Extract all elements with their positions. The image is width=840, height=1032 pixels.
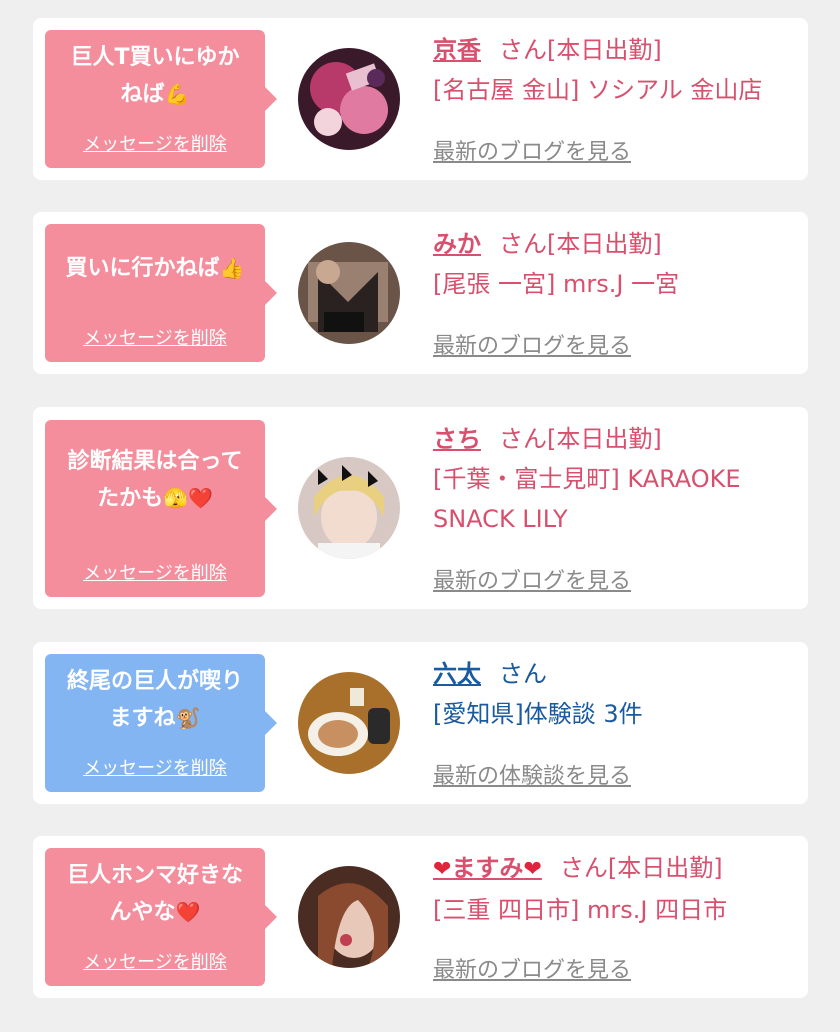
- message-card: 終尾の巨人が喫り ますね🐒 メッセージを削除 六太 さん [愛知県]体験談 3件 …: [33, 642, 808, 804]
- user-info: 六太 さん [愛知県]体験談 3件: [433, 654, 792, 734]
- delete-message-link[interactable]: メッセージを削除: [45, 948, 265, 974]
- message-bubble: 買いに行かねば👍 メッセージを削除: [45, 224, 277, 362]
- shop-name: [千葉・富士見町] KARAOKE SNACK LILY: [433, 465, 741, 533]
- message-card: 診断結果は合って たかも🫣❤️ メッセージを削除 さち さん[本日出勤] [千葉・…: [33, 407, 808, 609]
- avatar[interactable]: [298, 242, 400, 344]
- avatar[interactable]: [298, 48, 400, 150]
- cast-name-link[interactable]: 京香: [433, 36, 481, 64]
- cast-info: ❤ますみ❤ さん[本日出勤] [三重 四日市] mrs.J 四日市: [433, 848, 792, 930]
- cast-info: さち さん[本日出勤] [千葉・富士見町] KARAOKE SNACK LILY: [433, 419, 792, 539]
- red-heart-icon: ❤️: [175, 900, 201, 924]
- user-name-link[interactable]: 六太: [433, 660, 481, 688]
- delete-message-link[interactable]: メッセージを削除: [45, 130, 265, 156]
- cast-status: さん[本日出勤]: [499, 230, 662, 258]
- review-count: [愛知県]体験談 3件: [433, 700, 643, 728]
- cast-status: さん[本日出勤]: [559, 854, 723, 882]
- latest-blog-link[interactable]: 最新のブログを見る: [433, 328, 631, 360]
- message-text: 巨人T買いにゆか ねば💪: [70, 45, 240, 107]
- flexed-biceps-icon: 💪: [164, 82, 190, 106]
- delete-message-link[interactable]: メッセージを削除: [45, 754, 265, 780]
- message-card: 巨人ホンマ好きな んやな❤️ メッセージを削除 ❤ますみ❤ さん[本日出勤] [三…: [33, 836, 808, 998]
- message-card: 巨人T買いにゆか ねば💪 メッセージを削除 京香 さん[本日出勤] [名古屋 金山…: [33, 18, 808, 180]
- avatar[interactable]: [298, 866, 400, 968]
- message-text: 終尾の巨人が喫り ますね🐒: [66, 669, 243, 731]
- message-bubble: 巨人ホンマ好きな んやな❤️ メッセージを削除: [45, 848, 277, 986]
- shop-name: [尾張 一宮] mrs.J 一宮: [433, 270, 680, 298]
- heart-icon: ❤: [523, 857, 542, 882]
- message-bubble: 巨人T買いにゆか ねば💪 メッセージを削除: [45, 30, 277, 168]
- latest-blog-link[interactable]: 最新のブログを見る: [433, 134, 631, 166]
- avatar[interactable]: [298, 672, 400, 774]
- cast-info: 京香 さん[本日出勤] [名古屋 金山] ソシアル 金山店: [433, 30, 792, 110]
- thumbs-up-icon: 👍: [219, 256, 245, 280]
- cast-name-link[interactable]: ❤ますみ❤: [433, 854, 542, 882]
- delete-message-link[interactable]: メッセージを削除: [45, 324, 265, 350]
- cast-status: さん[本日出勤]: [499, 425, 662, 453]
- message-text: 診断結果は合って たかも🫣❤️: [67, 449, 243, 511]
- heart-icon: ❤: [433, 857, 452, 882]
- message-card: 買いに行かねば👍 メッセージを削除 みか さん[本日出勤] [尾張 一宮] mrs…: [33, 212, 808, 374]
- cast-name-link[interactable]: さち: [433, 425, 481, 453]
- message-list: 巨人T買いにゆか ねば💪 メッセージを削除 京香 さん[本日出勤] [名古屋 金山…: [0, 0, 840, 1032]
- latest-review-link[interactable]: 最新の体験談を見る: [433, 758, 631, 790]
- monkey-icon: 🐒: [175, 706, 201, 730]
- delete-message-link[interactable]: メッセージを削除: [45, 559, 265, 585]
- message-bubble: 診断結果は合って たかも🫣❤️ メッセージを削除: [45, 420, 277, 597]
- face-with-peeking-eye-heart-icon: 🫣❤️: [163, 486, 213, 510]
- cast-info: みか さん[本日出勤] [尾張 一宮] mrs.J 一宮: [433, 224, 792, 304]
- shop-name: [三重 四日市] mrs.J 四日市: [433, 896, 728, 924]
- message-text: 巨人ホンマ好きな んやな❤️: [66, 863, 243, 925]
- cast-name-link[interactable]: みか: [433, 230, 481, 258]
- message-text: 買いに行かねば👍: [65, 256, 245, 281]
- avatar[interactable]: [298, 457, 400, 559]
- shop-name: [名古屋 金山] ソシアル 金山店: [433, 76, 763, 104]
- latest-blog-link[interactable]: 最新のブログを見る: [433, 952, 631, 984]
- user-suffix: さん: [499, 660, 547, 688]
- cast-status: さん[本日出勤]: [499, 36, 662, 64]
- latest-blog-link[interactable]: 最新のブログを見る: [433, 563, 631, 595]
- message-bubble: 終尾の巨人が喫り ますね🐒 メッセージを削除: [45, 654, 277, 792]
